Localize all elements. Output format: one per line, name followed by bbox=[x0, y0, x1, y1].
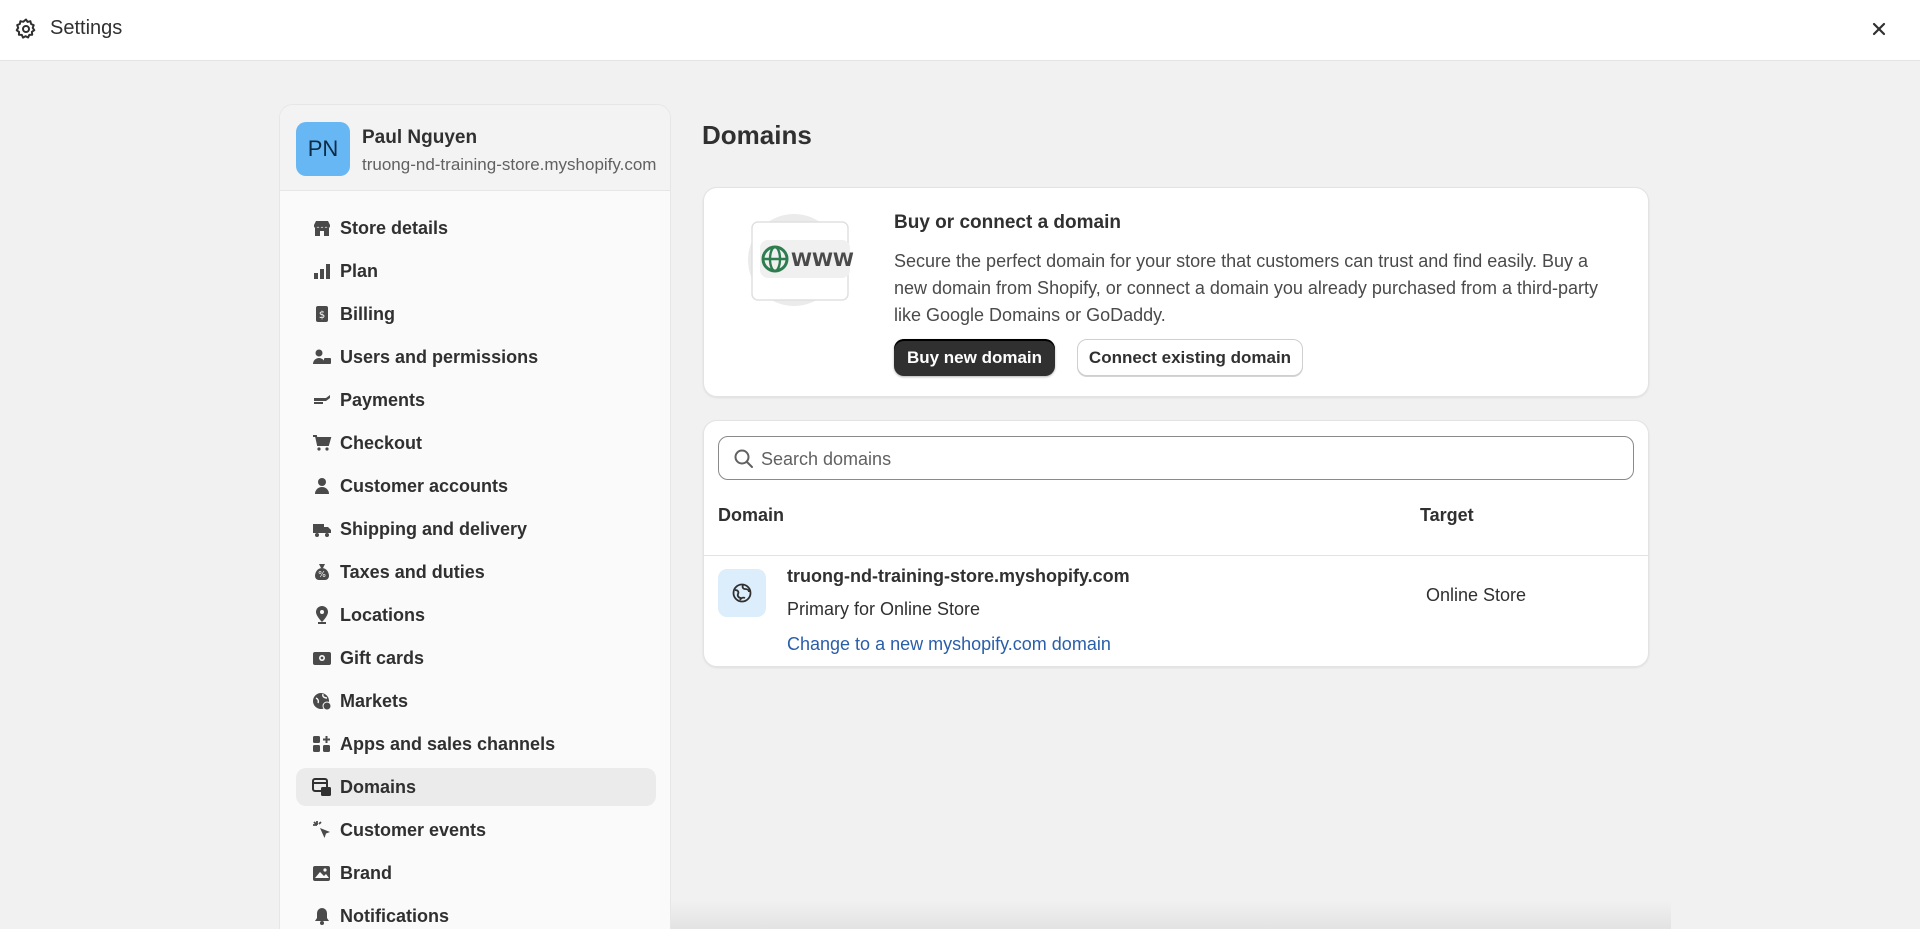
settings-sidebar: PN Paul Nguyen truong-nd-training-store.… bbox=[279, 104, 671, 929]
illustration-text: WWW bbox=[791, 249, 854, 271]
close-button[interactable] bbox=[1866, 16, 1892, 42]
sidebar-item-payments[interactable]: Payments bbox=[296, 381, 656, 419]
gift-card-icon bbox=[313, 652, 331, 665]
sidebar-item-label: Checkout bbox=[340, 433, 423, 453]
sidebar-item-label: Customer events bbox=[340, 820, 487, 840]
truck-icon bbox=[313, 524, 331, 537]
sidebar-item-checkout[interactable]: Checkout bbox=[296, 424, 656, 462]
domain-primary-label: Primary for Online Store bbox=[787, 599, 981, 619]
sidebar-item-locations[interactable]: Locations bbox=[296, 596, 656, 634]
sidebar-item-store-details[interactable]: Store details bbox=[296, 209, 656, 247]
search-icon bbox=[734, 449, 753, 468]
cart-icon bbox=[313, 435, 332, 451]
brand-icon bbox=[313, 866, 330, 881]
sidebar-item-label: Brand bbox=[340, 863, 393, 883]
column-header-domain[interactable]: Domain bbox=[718, 505, 784, 526]
globe-icon bbox=[732, 583, 752, 603]
profile-name: Paul Nguyen bbox=[362, 127, 478, 148]
promo-heading: Buy or connect a domain bbox=[894, 212, 1121, 233]
sidebar-item-label: Plan bbox=[340, 261, 379, 281]
sidebar-item-label: Gift cards bbox=[340, 648, 425, 668]
divider bbox=[704, 555, 1648, 556]
avatar: PN bbox=[296, 122, 350, 176]
payments-icon bbox=[314, 395, 330, 404]
location-pin-icon bbox=[316, 606, 328, 624]
sidebar-item-users[interactable]: Users and permissions bbox=[296, 338, 656, 376]
promo-description: Secure the perfect domain for your store… bbox=[894, 251, 1599, 325]
sidebar-item-domains[interactable]: Domains bbox=[296, 768, 656, 806]
sidebar-item-label: Store details bbox=[340, 218, 449, 238]
domains-icon bbox=[312, 778, 331, 796]
sidebar-item-label: Payments bbox=[340, 390, 426, 410]
cursor-icon bbox=[313, 821, 330, 838]
gear-icon bbox=[15, 18, 36, 39]
domain-globe-badge bbox=[718, 569, 766, 617]
domain-name[interactable]: truong-nd-training-store.myshopify.com bbox=[787, 566, 1130, 587]
settings-header: Settings bbox=[0, 0, 1920, 61]
sidebar-item-label: Customer accounts bbox=[340, 476, 509, 496]
scroll-shadow bbox=[671, 900, 1671, 929]
sidebar-item-customer-events[interactable]: Customer events bbox=[296, 811, 656, 849]
buy-new-domain-button[interactable]: Buy new domain bbox=[894, 339, 1055, 376]
person-icon bbox=[315, 478, 329, 494]
column-header-target[interactable]: Target bbox=[1420, 505, 1474, 526]
svg-text:$: $ bbox=[319, 310, 325, 321]
sidebar-item-label: Shipping and delivery bbox=[340, 519, 528, 539]
store-profile[interactable]: PN Paul Nguyen truong-nd-training-store.… bbox=[280, 105, 670, 191]
sidebar-item-label: Billing bbox=[340, 304, 395, 324]
sidebar-item-plan[interactable]: Plan bbox=[296, 252, 656, 290]
sidebar-item-label: Markets bbox=[340, 691, 409, 711]
plan-icon bbox=[314, 264, 330, 279]
buy-connect-domain-card: WWW Buy or connect a domain Secure the p… bbox=[703, 187, 1649, 397]
bell-icon bbox=[315, 908, 329, 925]
connect-existing-domain-button[interactable]: Connect existing domain bbox=[1077, 339, 1303, 376]
globe-market-icon bbox=[313, 693, 332, 711]
sidebar-item-label: Notifications bbox=[340, 906, 450, 926]
sidebar-item-brand[interactable]: Brand bbox=[296, 854, 656, 892]
www-globe-icon: WWW bbox=[748, 214, 854, 306]
sidebar-item-label: Users and permissions bbox=[340, 347, 539, 367]
search-domains-field[interactable] bbox=[718, 436, 1634, 480]
sidebar-item-label: Locations bbox=[340, 605, 426, 625]
sidebar-item-taxes[interactable]: % Taxes and duties bbox=[296, 553, 656, 591]
sidebar-item-markets[interactable]: Markets bbox=[296, 682, 656, 720]
sidebar-item-label: Taxes and duties bbox=[340, 562, 485, 582]
page-title: Domains bbox=[702, 120, 812, 150]
sidebar-item-label: Domains bbox=[340, 777, 417, 797]
close-icon bbox=[1872, 22, 1886, 36]
sidebar-item-label: Apps and sales channels bbox=[340, 734, 556, 754]
sidebar-item-billing[interactable]: $ Billing bbox=[296, 295, 656, 333]
domain-target: Online Store bbox=[1426, 585, 1527, 605]
change-domain-link[interactable]: Change to a new myshopify.com domain bbox=[787, 634, 1111, 655]
sidebar-item-apps[interactable]: Apps and sales channels bbox=[296, 725, 656, 763]
billing-icon: $ bbox=[316, 306, 328, 322]
apps-icon bbox=[313, 736, 330, 752]
search-input[interactable] bbox=[761, 445, 1621, 473]
domains-list-card: Domain Target truong-nd-training-store.m… bbox=[703, 420, 1649, 667]
users-icon bbox=[313, 349, 331, 364]
profile-store: truong-nd-training-store.myshopify.com bbox=[362, 155, 657, 174]
sidebar-item-shipping[interactable]: Shipping and delivery bbox=[296, 510, 656, 548]
sidebar-item-customer-accounts[interactable]: Customer accounts bbox=[296, 467, 656, 505]
tax-icon: % bbox=[315, 564, 329, 580]
sidebar-item-gift-cards[interactable]: Gift cards bbox=[296, 639, 656, 677]
svg-text:%: % bbox=[318, 570, 326, 579]
store-icon bbox=[314, 221, 330, 236]
page-header-title: Settings bbox=[50, 17, 123, 39]
sidebar-item-notifications[interactable]: Notifications bbox=[296, 897, 656, 929]
